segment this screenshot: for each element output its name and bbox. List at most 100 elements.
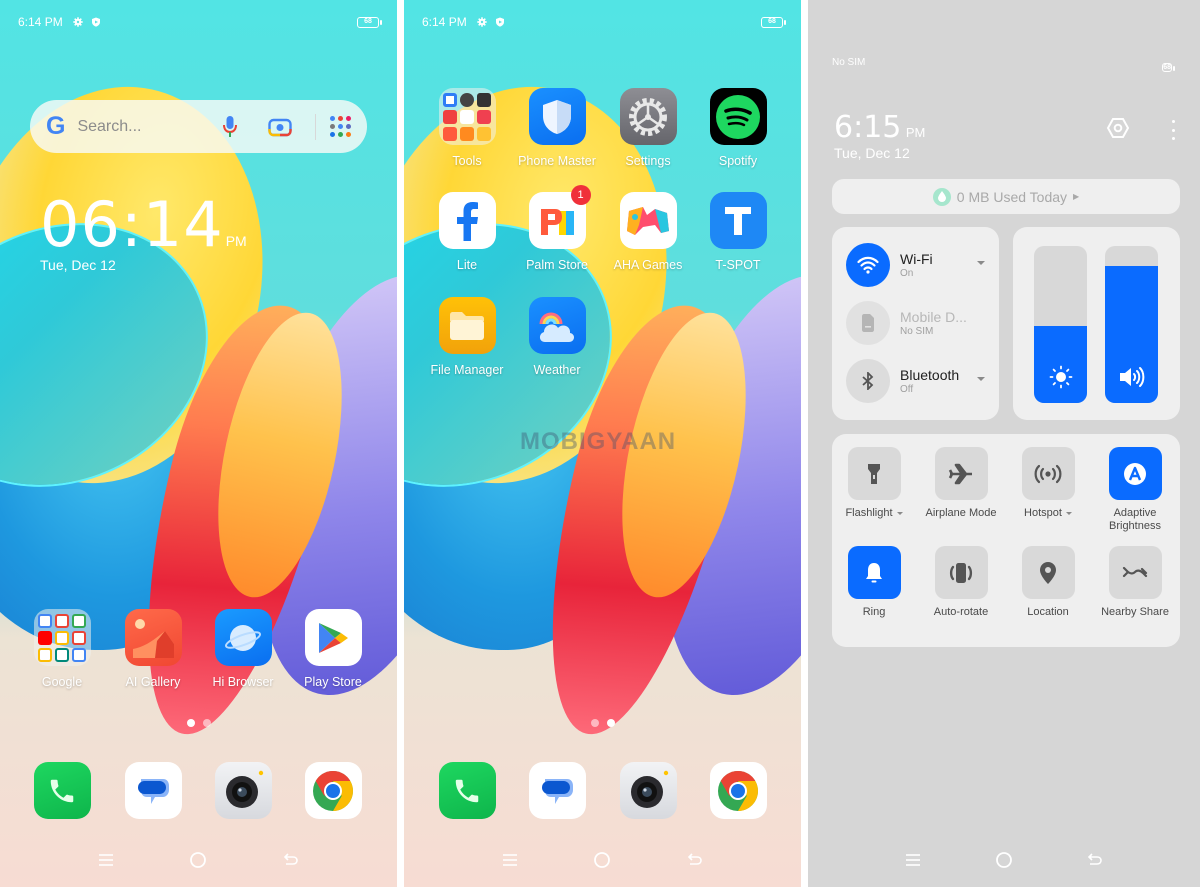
page-dot[interactable] bbox=[202, 719, 211, 727]
data-usage-bar[interactable]: 0 MB Used Today ▶ bbox=[832, 179, 1180, 214]
app-settings[interactable]: Settings bbox=[605, 88, 691, 168]
palm-store-icon: 1 bbox=[528, 185, 591, 249]
app-label: Spotify bbox=[718, 154, 758, 168]
tile-adaptive-brightness[interactable]: Adaptive Brightness bbox=[1093, 447, 1177, 533]
sun-icon bbox=[1034, 365, 1087, 389]
app-aha-games[interactable]: AHA Games bbox=[605, 192, 691, 272]
app-facebook-lite[interactable]: Lite bbox=[424, 192, 510, 272]
home-icon[interactable] bbox=[989, 845, 1019, 875]
google-lens-icon[interactable] bbox=[267, 114, 293, 140]
cc-clock-date: Tue, Dec 12 bbox=[834, 145, 910, 161]
bluetooth-icon[interactable] bbox=[846, 359, 890, 403]
dock-messages[interactable] bbox=[514, 762, 600, 819]
water-drop-icon bbox=[932, 187, 951, 206]
app-ai-gallery[interactable]: AI Gallery bbox=[110, 609, 196, 689]
tile-label: Airplane Mode bbox=[925, 507, 997, 519]
sim-card-icon[interactable] bbox=[846, 301, 890, 345]
app-label: Phone Master bbox=[518, 154, 596, 168]
status-time: 6:14 PM bbox=[422, 15, 467, 29]
tile-flashlight[interactable]: Flashlight bbox=[832, 447, 916, 520]
back-icon[interactable] bbox=[680, 845, 710, 875]
dock-messages[interactable] bbox=[110, 762, 196, 819]
more-options-icon[interactable] bbox=[1166, 118, 1180, 142]
notification-badge: 1 bbox=[570, 185, 591, 205]
home-icon[interactable] bbox=[183, 845, 213, 875]
brightness-slider[interactable] bbox=[1034, 246, 1087, 403]
dropdown-caret-icon[interactable] bbox=[896, 511, 903, 515]
volume-slider[interactable] bbox=[1105, 246, 1158, 403]
wifi-icon[interactable] bbox=[846, 243, 890, 287]
tile-label: Adaptive Brightness bbox=[1109, 507, 1161, 532]
gear-icon bbox=[477, 17, 487, 27]
app-weather[interactable]: Weather bbox=[514, 297, 600, 377]
location-pin-icon[interactable] bbox=[1021, 546, 1075, 599]
bell-icon[interactable] bbox=[847, 546, 901, 599]
app-t-spot[interactable]: T-SPOT bbox=[695, 192, 781, 272]
hotspot-icon[interactable] bbox=[1021, 447, 1075, 500]
auto-rotate-icon[interactable] bbox=[934, 546, 988, 599]
control-center: No SIM 68 6:15 PM Tue, Dec 12 0 MB Used … bbox=[808, 0, 1200, 887]
page-dot[interactable] bbox=[590, 719, 599, 727]
flashlight-icon[interactable] bbox=[847, 447, 901, 500]
search-input[interactable]: Search... bbox=[77, 118, 205, 136]
tile-location[interactable]: Location bbox=[1006, 546, 1090, 619]
tile-airplane-mode[interactable]: Airplane Mode bbox=[919, 447, 1003, 520]
wifi-title: Wi-Fi bbox=[900, 251, 933, 267]
navigation-bar bbox=[808, 845, 1200, 875]
apps-grid-icon[interactable] bbox=[330, 116, 351, 137]
app-google-folder[interactable]: Google bbox=[19, 609, 105, 689]
dock-chrome[interactable] bbox=[695, 762, 781, 819]
shield-app-icon bbox=[528, 88, 586, 145]
dock-phone[interactable] bbox=[424, 762, 510, 819]
battery-indicator: 68 bbox=[1162, 63, 1172, 72]
adaptive-brightness-icon[interactable] bbox=[1108, 447, 1162, 500]
navigation-bar bbox=[0, 845, 397, 875]
tools-folder-icon bbox=[438, 88, 496, 145]
nearby-share-icon[interactable] bbox=[1108, 546, 1162, 599]
app-spotify[interactable]: Spotify bbox=[695, 88, 781, 168]
menu-icon[interactable] bbox=[495, 845, 525, 875]
app-phone-master[interactable]: Phone Master bbox=[514, 88, 600, 168]
tile-hotspot[interactable]: Hotspot bbox=[1006, 447, 1090, 520]
app-play-store[interactable]: Play Store bbox=[290, 609, 376, 689]
wifi-toggle[interactable]: Wi-Fi On bbox=[846, 243, 985, 287]
bluetooth-dropdown-icon[interactable] bbox=[977, 377, 985, 381]
app-label: Settings bbox=[625, 154, 671, 168]
navigation-bar bbox=[404, 845, 801, 875]
messages-icon bbox=[124, 762, 182, 819]
tile-auto-rotate[interactable]: Auto-rotate bbox=[919, 546, 1003, 619]
menu-icon[interactable] bbox=[898, 845, 928, 875]
microphone-icon[interactable] bbox=[217, 114, 243, 140]
home-icon[interactable] bbox=[587, 845, 617, 875]
app-label: AHA Games bbox=[613, 258, 683, 272]
back-icon[interactable] bbox=[276, 845, 306, 875]
back-icon[interactable] bbox=[1080, 845, 1110, 875]
google-search-bar[interactable]: G Search... bbox=[30, 100, 367, 153]
tile-label: Flashlight bbox=[845, 507, 893, 519]
dropdown-caret-icon[interactable] bbox=[1065, 511, 1072, 515]
dock-camera[interactable] bbox=[200, 762, 286, 819]
chevron-right-icon: ▶ bbox=[1073, 192, 1080, 201]
mobile-data-toggle[interactable]: Mobile D... No SIM bbox=[846, 301, 985, 345]
dock-camera[interactable] bbox=[605, 762, 691, 819]
page-dot-active[interactable] bbox=[186, 719, 195, 727]
app-file-manager[interactable]: File Manager bbox=[424, 297, 510, 377]
page-dot-active[interactable] bbox=[606, 719, 615, 727]
tile-ring[interactable]: Ring bbox=[832, 546, 916, 619]
dock-chrome[interactable] bbox=[290, 762, 376, 819]
settings-hexagon-icon[interactable] bbox=[1106, 116, 1130, 140]
app-label: File Manager bbox=[430, 363, 504, 377]
connectivity-card: Wi-Fi On Mobile D... No SIM Bluetooth Off bbox=[832, 227, 999, 420]
tile-nearby-share[interactable]: Nearby Share bbox=[1093, 546, 1177, 619]
mobile-data-title: Mobile D... bbox=[900, 309, 967, 325]
bluetooth-toggle[interactable]: Bluetooth Off bbox=[846, 359, 985, 403]
dock-phone[interactable] bbox=[19, 762, 105, 819]
app-tools-folder[interactable]: Tools bbox=[424, 88, 510, 168]
tile-label: Auto-rotate bbox=[933, 606, 989, 618]
clock-widget[interactable]: 06:14 PM Tue, Dec 12 bbox=[40, 188, 247, 273]
app-palm-store[interactable]: 1 Palm Store bbox=[514, 185, 600, 272]
app-hi-browser[interactable]: Hi Browser bbox=[200, 609, 286, 689]
menu-icon[interactable] bbox=[91, 845, 121, 875]
wifi-dropdown-icon[interactable] bbox=[977, 261, 985, 265]
airplane-icon[interactable] bbox=[934, 447, 988, 500]
